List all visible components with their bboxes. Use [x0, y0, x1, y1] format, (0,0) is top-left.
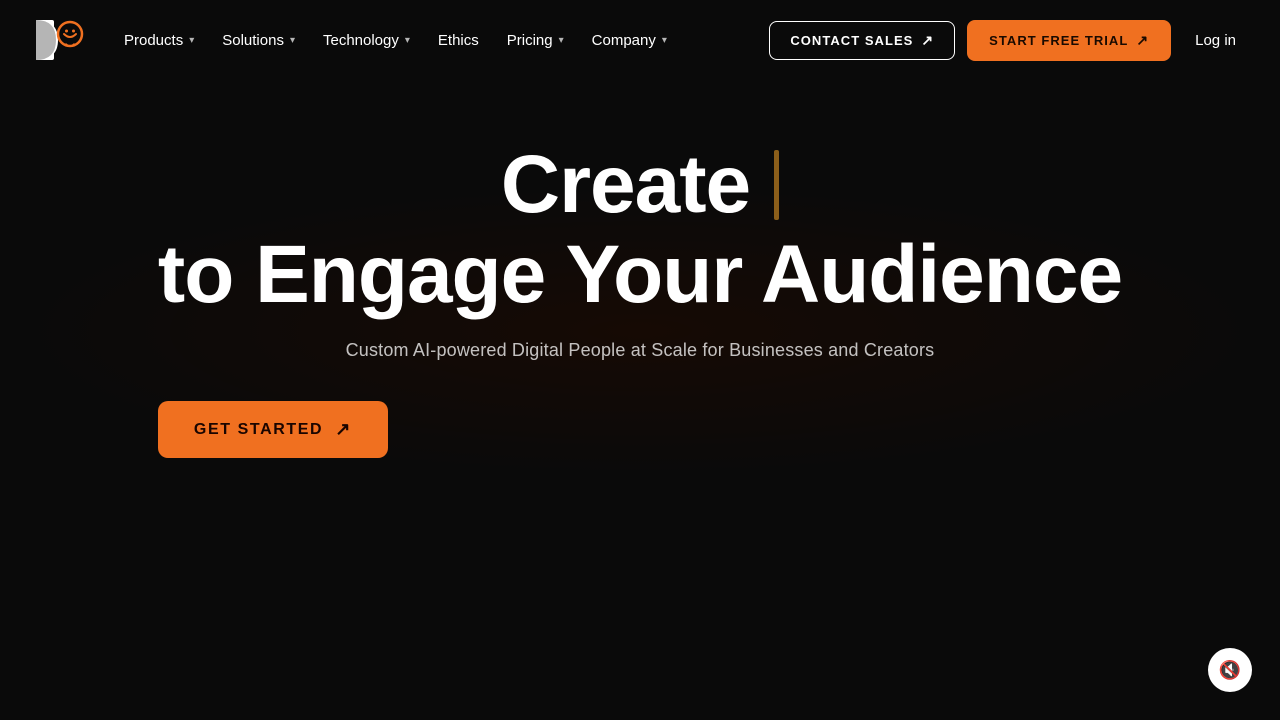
get-started-button[interactable]: GET STARTED ↗ [158, 401, 388, 458]
nav-item-ethics[interactable]: Ethics [426, 24, 491, 57]
contact-sales-arrow-icon: ↗ [921, 32, 934, 49]
nav-item-company[interactable]: Company ▾ [580, 24, 679, 57]
get-started-arrow-icon: ↗ [335, 419, 352, 440]
hero-heading-line1-text: Create [501, 140, 750, 230]
nav-item-label: Products [124, 32, 183, 49]
hero-heading: Create to Engage Your Audience [158, 140, 1122, 320]
nav-item-label: Technology [323, 32, 399, 49]
chevron-down-icon: ▾ [405, 35, 410, 46]
hero-subtext: Custom AI-powered Digital People at Scal… [158, 340, 1122, 361]
get-started-label: GET STARTED [194, 421, 323, 439]
nav-actions: CONTACT SALES ↗ START FREE TRIAL ↗ Log i… [769, 20, 1248, 61]
chevron-down-icon: ▾ [559, 35, 564, 46]
start-trial-button[interactable]: START FREE TRIAL ↗ [967, 20, 1171, 61]
logo[interactable] [32, 12, 88, 68]
nav-item-label: Solutions [222, 32, 284, 49]
mute-icon: 🔇 [1219, 660, 1241, 681]
login-label: Log in [1195, 32, 1236, 49]
nav-item-pricing[interactable]: Pricing ▾ [495, 24, 576, 57]
nav-item-products[interactable]: Products ▾ [112, 24, 206, 57]
nav-item-solutions[interactable]: Solutions ▾ [210, 24, 307, 57]
chevron-down-icon: ▾ [662, 35, 667, 46]
hero-heading-line2-text: to Engage Your Audience [158, 230, 1122, 320]
mute-button[interactable]: 🔇 [1208, 648, 1252, 692]
nav-links: Products ▾ Solutions ▾ Technology ▾ Ethics Pric… [112, 24, 769, 57]
navbar: Products ▾ Solutions ▾ Technology ▾ Ethics Pric… [0, 0, 1280, 80]
hero-section: Create to Engage Your Audience Custom AI… [0, 80, 1280, 498]
contact-sales-label: CONTACT SALES [790, 33, 913, 48]
chevron-down-icon: ▾ [189, 35, 194, 46]
nav-item-technology[interactable]: Technology ▾ [311, 24, 422, 57]
start-trial-label: START FREE TRIAL [989, 33, 1128, 48]
cursor-bar [774, 150, 779, 220]
contact-sales-button[interactable]: CONTACT SALES ↗ [769, 21, 955, 60]
nav-item-label: Ethics [438, 32, 479, 49]
chevron-down-icon: ▾ [290, 35, 295, 46]
nav-item-label: Pricing [507, 32, 553, 49]
nav-item-label: Company [592, 32, 656, 49]
login-button[interactable]: Log in [1183, 24, 1248, 57]
start-trial-arrow-icon: ↗ [1136, 32, 1149, 49]
